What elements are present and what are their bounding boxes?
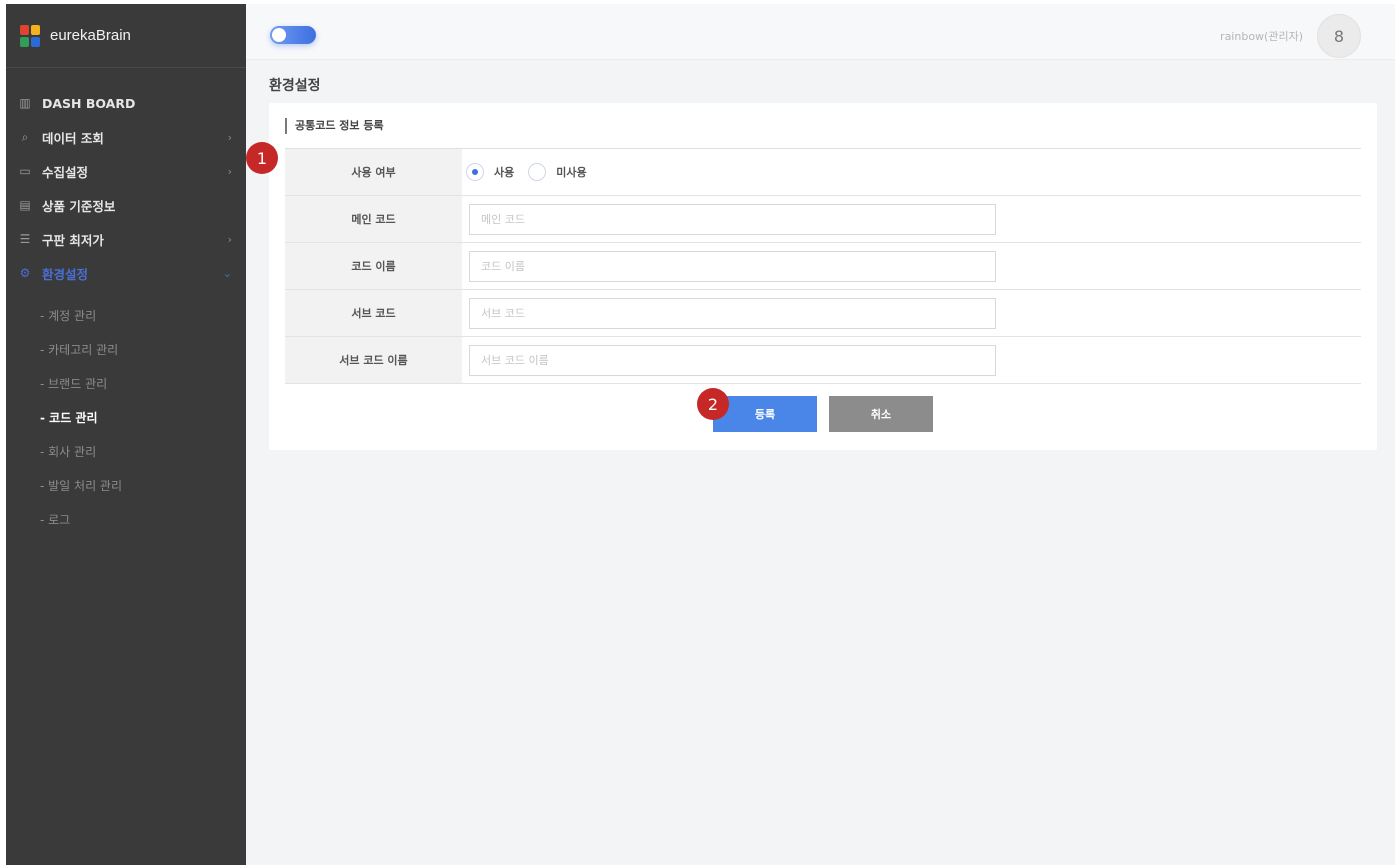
radio-use[interactable]: 사용 [466, 163, 514, 181]
sidebar-item-collection-settings[interactable]: ▭ 수집설정 › [6, 154, 246, 188]
submenu-item-brand[interactable]: - 브랜드 관리 [6, 366, 246, 400]
chevron-right-icon: › [227, 164, 232, 178]
code-name-input[interactable] [469, 250, 996, 282]
use-radio-group: 사용 미사용 [462, 149, 1361, 195]
chevron-right-icon: › [227, 130, 232, 144]
brand[interactable]: eurekaBrain [6, 4, 246, 68]
sidebar-item-label: 환경설정 [42, 266, 89, 282]
sub-code-name-label: 서브 코드 이름 [285, 337, 462, 383]
brand-logo-icon [20, 24, 40, 47]
main-code-input[interactable] [469, 203, 996, 235]
main-code-label: 메인 코드 [285, 196, 462, 242]
sidebar-item-product-master[interactable]: ▤ 상품 기준정보 [6, 188, 246, 222]
form-row-use: 사용 여부 사용 미사용 [285, 149, 1361, 196]
radio-unchecked-icon [528, 163, 547, 181]
sidebar-item-label: 데이터 조회 [42, 130, 104, 146]
page-title: 환경설정 [269, 78, 321, 94]
radio-checked-icon [466, 163, 484, 181]
radio-label: 미사용 [556, 166, 587, 179]
brand-name: eurekaBrain [50, 27, 131, 44]
sidebar-item-label: 수집설정 [42, 164, 89, 180]
form-row-sub-code: 서브 코드 [285, 290, 1361, 337]
toggle-knob [272, 28, 286, 42]
form-row-code-name: 코드 이름 [285, 243, 1361, 290]
sidebar-item-label: 상품 기준정보 [42, 198, 116, 214]
submenu-item-processing[interactable]: - 발일 처리 관리 [6, 468, 246, 502]
annotation-marker-2: 2 [697, 388, 729, 420]
cancel-button[interactable]: 취소 [829, 396, 933, 432]
use-label: 사용 여부 [285, 149, 462, 195]
dashboard-icon: ▥ [19, 96, 31, 110]
sidebar-menu: ▥ DASH BOARD ⌕ 데이터 조회 › ▭ 수집설정 › ▤ 상품 기준… [6, 68, 246, 536]
submenu-item-category[interactable]: - 카테고리 관리 [6, 332, 246, 366]
sidebar-toggle[interactable] [270, 26, 316, 44]
radio-label: 사용 [494, 166, 515, 179]
form-row-main-code: 메인 코드 [285, 196, 1361, 243]
chevron-right-icon: › [227, 232, 232, 246]
sidebar-item-dashboard[interactable]: ▥ DASH BOARD [6, 86, 246, 120]
sidebar-item-settings[interactable]: ⚙ 환경설정 ⌄ [6, 256, 246, 290]
user-name: rainbow(관리자) [1220, 30, 1303, 43]
avatar[interactable]: 8 [1317, 14, 1361, 58]
section-title: 공통코드 정보 등록 [285, 118, 384, 134]
chevron-down-icon: ⌄ [222, 266, 232, 280]
submenu-item-code[interactable]: - 코드 관리 [6, 400, 246, 434]
submenu-item-log[interactable]: - 로그 [6, 502, 246, 536]
sub-code-label: 서브 코드 [285, 290, 462, 336]
sidebar-item-label: DASH BOARD [42, 95, 136, 111]
code-name-label: 코드 이름 [285, 243, 462, 289]
sub-code-input[interactable] [469, 297, 996, 329]
submenu-item-account[interactable]: - 계정 관리 [6, 298, 246, 332]
main-content: 환경설정 공통코드 정보 등록 사용 여부 사용 미사용 메인 코드 메인 코드… [246, 60, 1395, 865]
code-form-card: 공통코드 정보 등록 사용 여부 사용 미사용 메인 코드 메인 코드 코드 이… [269, 103, 1377, 450]
sidebar-item-label: 구판 최저가 [42, 232, 104, 248]
topbar: rainbow(관리자) 8 [246, 4, 1395, 60]
menu-icon: ☰ [19, 232, 31, 246]
annotation-marker-1: 1 [246, 142, 278, 174]
settings-submenu: - 계정 관리 - 카테고리 관리 - 브랜드 관리 - 코드 관리 - 회사 … [6, 290, 246, 536]
code-form: 사용 여부 사용 미사용 메인 코드 메인 코드 코드 이름 코드 이름 서브 … [285, 148, 1361, 384]
sidebar-item-lowest-price[interactable]: ☰ 구판 최저가 › [6, 222, 246, 256]
gear-icon: ⚙ [19, 266, 31, 280]
sidebar: eurekaBrain ▥ DASH BOARD ⌕ 데이터 조회 › ▭ 수집… [6, 4, 246, 865]
monitor-icon: ▭ [19, 164, 31, 178]
submenu-item-company[interactable]: - 회사 관리 [6, 434, 246, 468]
list-icon: ▤ [19, 198, 31, 212]
form-row-sub-code-name: 서브 코드 이름 [285, 337, 1361, 384]
sub-code-name-input[interactable] [469, 344, 996, 376]
radio-unused[interactable]: 미사용 [528, 163, 587, 181]
search-icon: ⌕ [21, 129, 29, 144]
sidebar-item-data-lookup[interactable]: ⌕ 데이터 조회 › [6, 120, 246, 154]
